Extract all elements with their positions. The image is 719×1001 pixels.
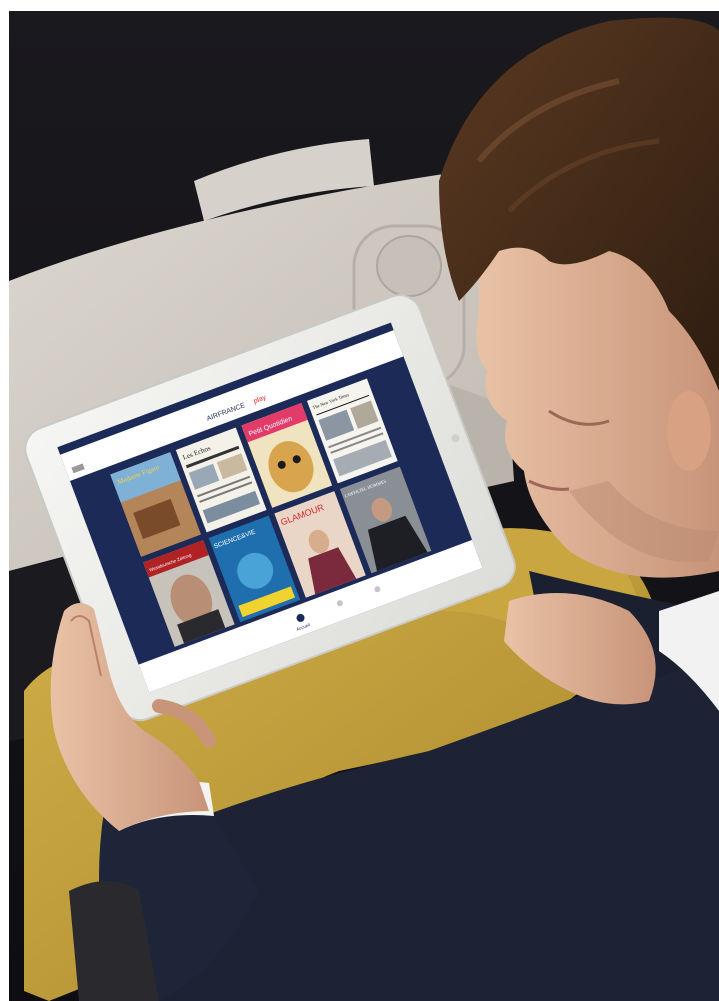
scene-photo: AIRFRANCE play Accueil Madame Figaro Les… xyxy=(9,11,719,1001)
ear xyxy=(667,391,711,471)
cup-holder xyxy=(376,235,442,297)
scene-illustration: AIRFRANCE play Accueil Madame Figaro Les… xyxy=(9,11,719,1001)
